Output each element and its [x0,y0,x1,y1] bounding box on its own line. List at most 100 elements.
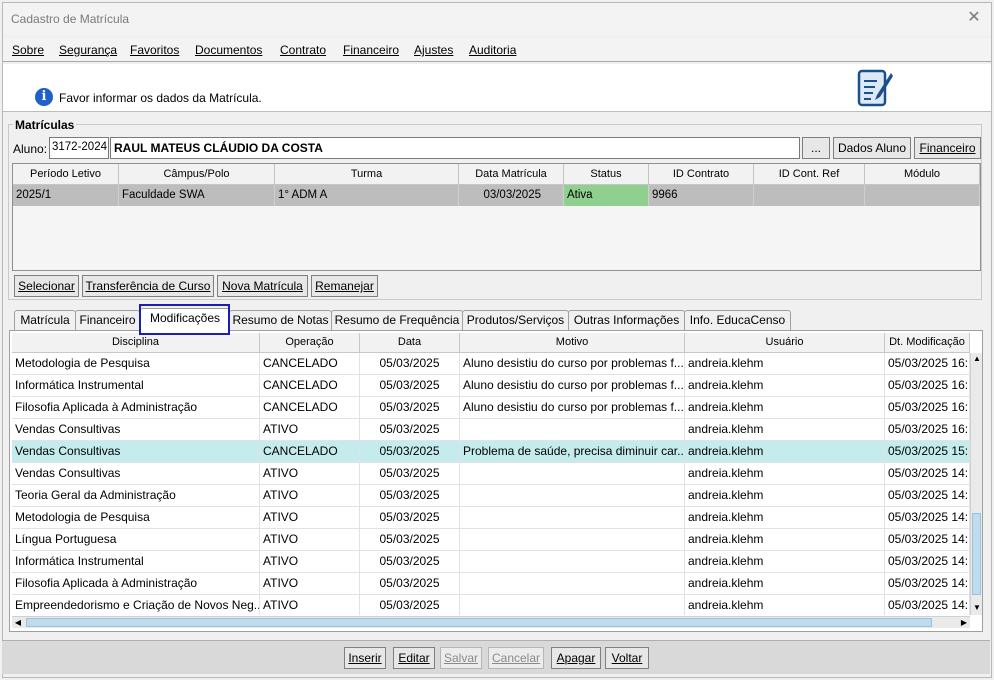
table-row[interactable]: Vendas Consultivas ATIVO 05/03/2025 andreia… [12,419,970,441]
cell-operacao: ATIVO [260,529,360,551]
title-bar: Cadastro de Matrícula ✕ [3,3,991,35]
inserir-button[interactable]: Inserir [344,647,386,669]
tab-resumo-notas[interactable]: Resumo de Notas [229,310,332,330]
modificacoes-grid: Disciplina Operação Data Motivo Usuário … [12,333,970,615]
table-row[interactable]: Vendas Consultivas ATIVO 05/03/2025 andreia… [12,463,970,485]
tab-info-educacenso[interactable]: Info. EducaCenso [684,310,791,330]
col-data[interactable]: Data [360,333,460,353]
cell-disciplina: Filosofia Aplicada à Administração [12,397,260,419]
table-row[interactable]: Filosofia Aplicada à Administração CANCEL… [12,397,970,419]
col-motivo[interactable]: Motivo [460,333,685,353]
dados-aluno-button[interactable]: Dados Aluno [833,137,911,159]
cell-usuario: andreia.klehm [685,463,885,485]
menu-documentos[interactable]: Documentos [195,43,262,57]
aluno-name-field[interactable]: RAUL MATEUS CLÁUDIO DA COSTA [110,137,800,159]
col-usuario[interactable]: Usuário [685,333,885,353]
scroll-up-icon[interactable]: ▲ [971,353,983,365]
col-id-contrato[interactable]: ID Contrato [649,164,754,185]
cell-dt: 05/03/2025 14: [885,463,970,485]
scroll-right-icon[interactable]: ▶ [958,617,970,629]
cancelar-button[interactable]: Cancelar [488,647,544,669]
bottom-toolbar: Inserir Editar Salvar Cancelar Apagar Vo… [2,640,990,674]
cell-dt: 05/03/2025 14: [885,485,970,507]
col-turma[interactable]: Turma [275,164,459,185]
col-data-matricula[interactable]: Data Matrícula [459,164,564,185]
financeiro-button[interactable]: Financeiro [914,137,981,159]
cell-dt: 05/03/2025 16: [885,375,970,397]
col-periodo[interactable]: Período Letivo [13,164,119,185]
modificacoes-panel: Disciplina Operação Data Motivo Usuário … [9,330,983,632]
vertical-scroll-thumb[interactable] [972,513,981,595]
tab-matricula[interactable]: Matrícula [14,310,76,330]
col-modulo[interactable]: Módulo [865,164,980,185]
cell-motivo [460,595,685,615]
selecionar-button[interactable]: Selecionar [14,275,79,297]
cell-disciplina: Metodologia de Pesquisa [12,507,260,529]
col-operacao[interactable]: Operação [260,333,360,353]
editar-button[interactable]: Editar [393,647,435,669]
tab-produtos-servicos[interactable]: Produtos/Serviços [462,310,569,330]
col-campus[interactable]: Câmpus/Polo [119,164,275,185]
apagar-button[interactable]: Apagar [551,647,601,669]
aluno-code-field[interactable]: 3172-2024 [49,137,109,159]
menu-financeiro[interactable]: Financeiro [343,43,399,57]
info-message: Favor informar os dados da Matrícula. [59,91,262,105]
cell-dt: 05/03/2025 16: [885,353,970,375]
cell-data-matricula: 03/03/2025 [459,185,564,206]
table-row[interactable]: Informática Instrumental CANCELADO 05/03/2… [12,375,970,397]
table-row[interactable]: Filosofia Aplicada à Administração ATIVO 0… [12,573,970,595]
table-row[interactable]: Metodologia de Pesquisa CANCELADO 05/03/20… [12,353,970,375]
table-row[interactable]: Vendas Consultivas CANCELADO 05/03/2025 Pro… [12,441,970,463]
voltar-button[interactable]: Voltar [605,647,649,669]
cell-operacao: CANCELADO [260,397,360,419]
cell-disciplina: Vendas Consultivas [12,419,260,441]
cell-usuario: andreia.klehm [685,441,885,463]
col-dt-modificacao[interactable]: Dt. Modificação [885,333,970,353]
transferencia-curso-button[interactable]: Transferência de Curso [82,275,214,297]
cell-data: 05/03/2025 [360,529,460,551]
tab-outras-informacoes[interactable]: Outras Informações [568,310,685,330]
table-row[interactable]: Língua Portuguesa ATIVO 05/03/2025 andreia.… [12,529,970,551]
menu-contrato[interactable]: Contrato [280,43,326,57]
cell-motivo: Aluno desistiu do curso por problemas f.… [460,397,685,419]
col-status[interactable]: Status [564,164,649,185]
vertical-scrollbar[interactable]: ▲ ▼ [970,353,982,615]
matricula-row[interactable]: 2025/1 Faculdade SWA 1° ADM A 03/03/2025… [13,185,980,206]
horizontal-scrollbar[interactable]: ◀ ▶ [12,616,970,628]
search-aluno-button[interactable]: ... [802,137,830,159]
tab-resumo-frequencia[interactable]: Resumo de Frequência [331,310,463,330]
menu-sobre[interactable]: Sobre [12,43,44,57]
cell-data: 05/03/2025 [360,353,460,375]
window-title: Cadastro de Matrícula [11,12,130,26]
cell-operacao: ATIVO [260,573,360,595]
cell-data: 05/03/2025 [360,419,460,441]
tab-modificacoes[interactable]: Modificações [140,308,230,332]
table-row[interactable]: Informática Instrumental ATIVO 05/03/2025 a… [12,551,970,573]
col-id-cont-ref[interactable]: ID Cont. Ref [754,164,865,185]
col-disciplina[interactable]: Disciplina [12,333,260,353]
tab-financeiro[interactable]: Financeiro [75,310,140,330]
menu-seguranca[interactable]: Segurança [59,43,117,57]
cell-dt: 05/03/2025 14: [885,507,970,529]
table-row[interactable]: Empreendedorismo e Criação de Novos Neg.… [12,595,970,615]
menu-auditoria[interactable]: Auditoria [469,43,516,57]
cell-usuario: andreia.klehm [685,507,885,529]
cell-dt: 05/03/2025 14: [885,529,970,551]
close-icon[interactable]: ✕ [965,9,983,27]
cell-campus: Faculdade SWA [119,185,275,206]
nova-matricula-button[interactable]: Nova Matrícula [217,275,308,297]
matriculas-title: Matrículas [13,118,77,132]
scroll-left-icon[interactable]: ◀ [12,617,24,629]
table-row[interactable]: Teoria Geral da Administração ATIVO 05/03/… [12,485,970,507]
menu-ajustes[interactable]: Ajustes [414,43,453,57]
scroll-down-icon[interactable]: ▼ [971,602,983,614]
remanejar-button[interactable]: Remanejar [311,275,378,297]
cell-motivo: Problema de saúde, precisa diminuir car.… [460,441,685,463]
cell-usuario: andreia.klehm [685,595,885,615]
table-row[interactable]: Metodologia de Pesquisa ATIVO 05/03/2025 an… [12,507,970,529]
horizontal-scroll-thumb[interactable] [26,618,932,627]
menu-bar: Sobre Segurança Favoritos Documentos Con… [3,38,991,62]
menu-favoritos[interactable]: Favoritos [130,43,179,57]
cell-id-cont-ref [754,185,865,206]
salvar-button[interactable]: Salvar [440,647,482,669]
